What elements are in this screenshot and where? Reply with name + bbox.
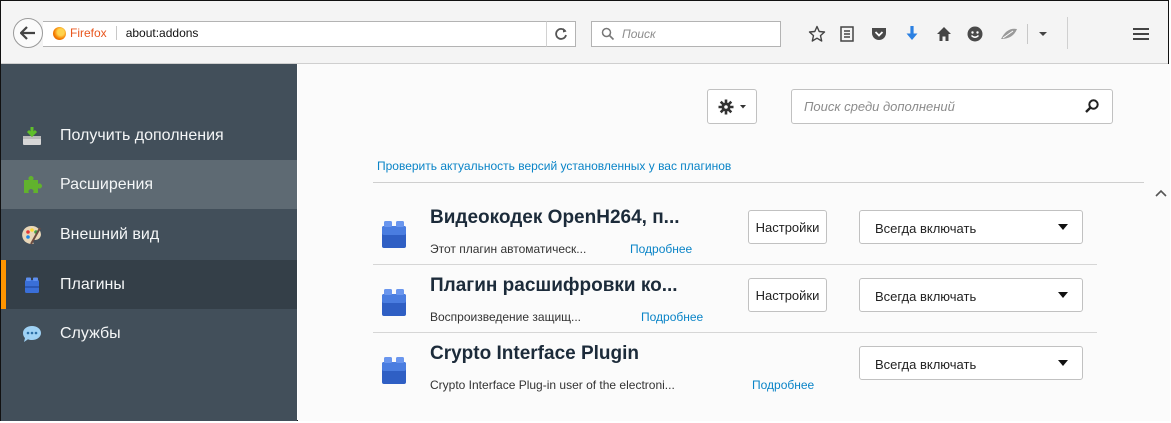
url-separator bbox=[115, 26, 117, 40]
plugin-icon bbox=[382, 289, 406, 316]
tools-menu-button[interactable] bbox=[707, 89, 757, 124]
star-icon bbox=[808, 25, 826, 42]
sidebar-item-label: Расширения bbox=[60, 175, 154, 193]
chevron-down-icon bbox=[1039, 32, 1047, 36]
addon-search-input[interactable]: Поиск среди дополнений bbox=[791, 89, 1113, 124]
plugin-state-value: Всегда включать bbox=[875, 221, 977, 236]
plugin-state-select[interactable]: Всегда включать bbox=[859, 346, 1083, 380]
plugin-state-select[interactable]: Всегда включать bbox=[859, 278, 1083, 312]
search-placeholder: Поиск bbox=[622, 27, 656, 41]
reading-list-button[interactable] bbox=[835, 22, 859, 46]
reading-list-icon bbox=[840, 26, 854, 42]
scroll-up-arrow-icon[interactable] bbox=[1154, 188, 1168, 198]
search-icon bbox=[601, 27, 615, 41]
leaf-extension-icon bbox=[1001, 28, 1017, 39]
sidebar-item-services[interactable]: Службы bbox=[1, 309, 297, 358]
reload-button[interactable] bbox=[546, 21, 576, 47]
list-divider bbox=[373, 182, 1144, 183]
addon-search-placeholder: Поиск среди дополнений bbox=[804, 99, 955, 114]
smiley-bubble-icon bbox=[967, 26, 983, 42]
get-addons-icon bbox=[21, 125, 43, 147]
sidebar-item-label: Внешний вид bbox=[60, 225, 160, 243]
plugin-state-value: Всегда включать bbox=[875, 289, 977, 304]
search-icon bbox=[1085, 99, 1099, 113]
plugin-row[interactable]: Видеокодек OpenH264, п... Этот плагин ав… bbox=[373, 197, 1097, 265]
plugin-state-select[interactable]: Всегда включать bbox=[859, 210, 1083, 244]
sidebar-item-label: Получить дополнения bbox=[60, 126, 224, 144]
dropdown-arrow-icon bbox=[1058, 360, 1068, 366]
plugin-name: Crypto Interface Plugin bbox=[430, 343, 640, 364]
dropdown-arrow-icon bbox=[1058, 292, 1068, 298]
navigation-toolbar: Firefox about:addons Поиск bbox=[1, 1, 1168, 64]
plugin-icon bbox=[21, 274, 43, 296]
plugin-description: Воспроизведение защищ... bbox=[430, 310, 582, 324]
plugin-state-value: Всегда включать bbox=[875, 357, 977, 372]
plugin-description: Crypto Interface Plug-in user of the ele… bbox=[430, 378, 675, 392]
downloads-button[interactable] bbox=[900, 22, 924, 46]
site-identity[interactable]: Firefox about:addons bbox=[53, 26, 198, 40]
pocket-icon bbox=[872, 28, 886, 40]
addons-content: Поиск среди дополнений Проверить актуаль… bbox=[298, 64, 1170, 421]
sidebar-item-plugins[interactable]: Плагины bbox=[1, 260, 297, 309]
plugin-row[interactable]: Плагин расшифровки ко... Воспроизведение… bbox=[373, 265, 1097, 333]
extension-button[interactable] bbox=[997, 22, 1021, 46]
home-button[interactable] bbox=[932, 22, 956, 46]
reload-icon bbox=[555, 28, 567, 40]
pocket-button[interactable] bbox=[867, 22, 891, 46]
check-plugins-link[interactable]: Проверить актуальность версий установлен… bbox=[377, 159, 731, 173]
dropdown-arrow-icon bbox=[1058, 224, 1068, 230]
bookmark-star-button[interactable] bbox=[805, 22, 829, 46]
plugin-name: Видеокодек OpenH264, п... bbox=[430, 207, 680, 228]
more-link[interactable]: Подробнее bbox=[630, 242, 692, 256]
sidebar-item-extensions[interactable]: Расширения bbox=[1, 160, 297, 209]
palette-icon bbox=[21, 224, 43, 246]
home-icon bbox=[937, 27, 951, 41]
search-bar[interactable]: Поиск bbox=[591, 21, 781, 47]
plugin-name: Плагин расшифровки ко... bbox=[430, 275, 678, 296]
plugin-icon bbox=[382, 221, 406, 248]
more-link[interactable]: Подробнее bbox=[641, 310, 703, 324]
download-arrow-icon bbox=[906, 26, 918, 40]
chat-bubble-icon bbox=[21, 323, 43, 345]
chevron-down-icon bbox=[739, 104, 746, 108]
toolbar-divider bbox=[1027, 24, 1028, 44]
gear-icon bbox=[718, 99, 733, 114]
url-text[interactable]: about:addons bbox=[126, 26, 199, 40]
sidebar-item-label: Службы bbox=[60, 324, 121, 342]
hello-button[interactable] bbox=[963, 22, 987, 46]
back-arrow-icon bbox=[20, 26, 35, 40]
sidebar-item-get-addons[interactable]: Получить дополнения bbox=[1, 111, 297, 160]
sidebar-item-appearance[interactable]: Внешний вид bbox=[1, 210, 297, 259]
firefox-logo-icon bbox=[53, 26, 66, 40]
settings-button[interactable]: Настройки bbox=[748, 210, 827, 244]
menu-divider bbox=[1067, 17, 1068, 49]
plugin-description: Этот плагин автоматическ... bbox=[430, 242, 587, 256]
back-button[interactable] bbox=[13, 18, 43, 48]
puzzle-icon bbox=[21, 174, 43, 196]
sidebar-item-label: Плагины bbox=[60, 275, 125, 293]
menu-button[interactable] bbox=[1129, 22, 1153, 46]
more-link[interactable]: Подробнее bbox=[752, 378, 814, 392]
identity-label: Firefox bbox=[70, 26, 107, 40]
extension-dropdown-button[interactable] bbox=[1031, 22, 1055, 46]
plugin-icon bbox=[382, 357, 406, 384]
url-bar[interactable]: Firefox about:addons bbox=[43, 21, 575, 47]
plugin-row[interactable]: Crypto Interface Plugin Crypto Interface… bbox=[373, 333, 1097, 401]
hamburger-menu-icon bbox=[1133, 28, 1149, 40]
settings-button[interactable]: Настройки bbox=[748, 278, 827, 312]
categories-sidebar: Получить дополнения Расширения Внешний в… bbox=[1, 64, 297, 421]
